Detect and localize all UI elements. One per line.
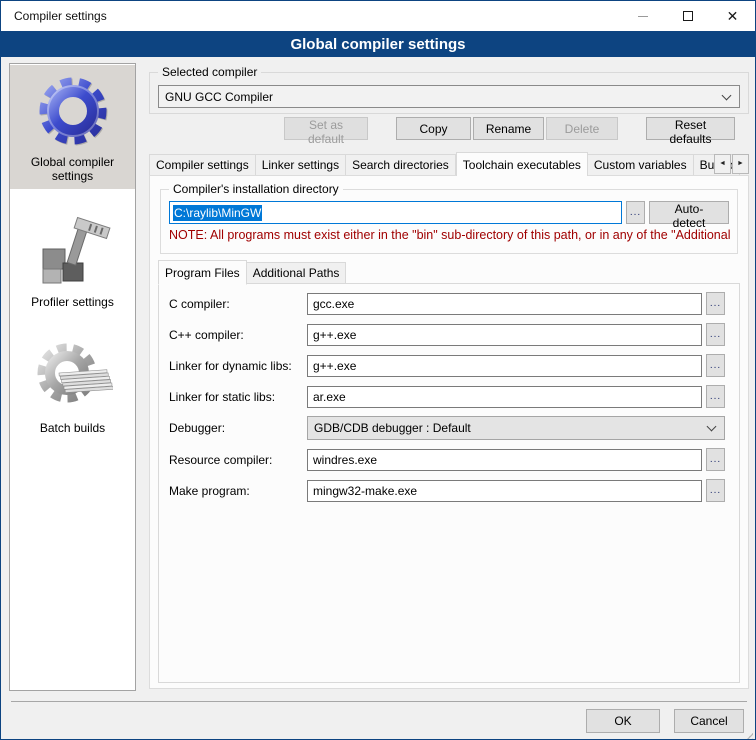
toolchain-executables-panel: Compiler's installation directory C:\ray…: [149, 175, 749, 689]
cancel-button[interactable]: Cancel: [674, 709, 744, 733]
tab-additional-paths[interactable]: Additional Paths: [247, 262, 347, 284]
resource-compiler-browse-button[interactable]: ...: [706, 448, 725, 471]
selected-compiler-group: Selected compiler GNU GCC Compiler: [149, 72, 749, 114]
minimize-icon: [638, 16, 648, 17]
resource-compiler-label: Resource compiler:: [169, 453, 307, 467]
footer-divider: [11, 701, 747, 702]
close-button[interactable]: ✕: [710, 1, 755, 31]
cpp-compiler-label: C++ compiler:: [169, 328, 307, 342]
form-row-c-compiler: C compiler: gcc.exe ...: [169, 292, 725, 315]
form-row-make-program: Make program: mingw32-make.exe ...: [169, 479, 725, 502]
reset-defaults-button[interactable]: Reset defaults: [646, 117, 735, 140]
installation-directory-input[interactable]: C:\raylib\MinGW: [169, 201, 622, 224]
close-icon: ✕: [727, 9, 739, 23]
make-program-value: mingw32-make.exe: [313, 484, 417, 498]
resource-compiler-value: windres.exe: [313, 453, 377, 467]
tab-program-files[interactable]: Program Files: [158, 260, 247, 285]
tab-toolchain-executables[interactable]: Toolchain executables: [456, 152, 588, 176]
program-files-tab-bar: Program Files Additional Paths: [158, 259, 346, 284]
sidebar-item-batch-builds[interactable]: Batch builds: [10, 331, 135, 441]
scroll-right-icon: ►: [737, 160, 744, 167]
static-linker-value: ar.exe: [313, 390, 346, 404]
installation-directory-value: C:\raylib\MinGW: [173, 205, 262, 221]
compiler-action-row: Set as default Copy Rename Delete Reset …: [149, 117, 749, 140]
maximize-icon: [683, 11, 693, 21]
titlebar: Compiler settings ✕: [1, 1, 755, 31]
dynamic-linker-input[interactable]: g++.exe: [307, 355, 702, 377]
compiler-select[interactable]: GNU GCC Compiler: [158, 85, 740, 108]
static-linker-browse-button[interactable]: ...: [706, 385, 725, 408]
rename-button[interactable]: Rename: [473, 117, 544, 140]
cpp-compiler-input[interactable]: g++.exe: [307, 324, 702, 346]
sidebar-item-label: Batch builds: [12, 421, 133, 435]
resource-compiler-input[interactable]: windres.exe: [307, 449, 702, 471]
cpp-compiler-value: g++.exe: [313, 328, 356, 342]
installation-directory-note: NOTE: All programs must exist either in …: [169, 228, 735, 242]
dynamic-linker-browse-button[interactable]: ...: [706, 354, 725, 377]
make-program-input[interactable]: mingw32-make.exe: [307, 480, 702, 502]
debugger-label: Debugger:: [169, 421, 307, 435]
installation-directory-legend: Compiler's installation directory: [169, 182, 343, 196]
static-linker-label: Linker for static libs:: [169, 390, 307, 404]
auto-detect-button[interactable]: Auto-detect: [649, 201, 729, 224]
blue-gear-icon: [33, 71, 113, 151]
debugger-select[interactable]: GDB/CDB debugger : Default: [307, 416, 725, 440]
tab-compiler-settings[interactable]: Compiler settings: [149, 154, 256, 176]
tab-linker-settings[interactable]: Linker settings: [256, 154, 346, 176]
selected-compiler-legend: Selected compiler: [158, 65, 261, 79]
installation-directory-row: C:\raylib\MinGW ... Auto-detect: [169, 201, 729, 224]
sidebar-item-label: Profiler settings: [12, 295, 133, 309]
copy-button[interactable]: Copy: [396, 117, 471, 140]
settings-category-sidebar: Global compiler settings: [9, 63, 136, 691]
delete-button: Delete: [546, 117, 618, 140]
maximize-button[interactable]: [665, 1, 710, 31]
debugger-select-value: GDB/CDB debugger : Default: [314, 421, 702, 435]
form-row-resource-compiler: Resource compiler: windres.exe ...: [169, 448, 725, 471]
c-compiler-browse-button[interactable]: ...: [706, 292, 725, 315]
caliper-icon: [33, 211, 113, 291]
make-program-label: Make program:: [169, 484, 307, 498]
minimize-button[interactable]: [620, 1, 665, 31]
installation-directory-browse-button[interactable]: ...: [626, 201, 645, 224]
set-as-default-button: Set as default: [284, 117, 368, 140]
c-compiler-label: C compiler:: [169, 297, 307, 311]
chevron-down-icon: [707, 421, 717, 431]
tab-custom-variables[interactable]: Custom variables: [588, 154, 694, 176]
program-files-panel: C compiler: gcc.exe ... C++ compiler: g+…: [158, 283, 740, 683]
tab-search-directories[interactable]: Search directories: [346, 154, 456, 176]
c-compiler-value: gcc.exe: [313, 297, 354, 311]
form-row-dynamic-linker: Linker for dynamic libs: g++.exe ...: [169, 354, 725, 377]
tab-scroll-right-button[interactable]: ►: [732, 154, 749, 174]
compiler-settings-dialog: Compiler settings ✕ Global compiler sett…: [0, 0, 756, 740]
window-title: Compiler settings: [1, 9, 107, 23]
tab-scroll-left-button[interactable]: ◄: [714, 154, 731, 174]
chevron-down-icon: [722, 90, 732, 100]
tab-scrollers: ◄ ►: [713, 154, 749, 174]
compiler-select-value: GNU GCC Compiler: [165, 90, 717, 104]
static-linker-input[interactable]: ar.exe: [307, 386, 702, 408]
c-compiler-input[interactable]: gcc.exe: [307, 293, 702, 315]
dynamic-linker-label: Linker for dynamic libs:: [169, 359, 307, 373]
scroll-left-icon: ◄: [719, 160, 726, 167]
ok-button[interactable]: OK: [586, 709, 660, 733]
form-row-cpp-compiler: C++ compiler: g++.exe ...: [169, 323, 725, 346]
dialog-client-area: Global compiler settings: [1, 57, 755, 739]
form-row-static-linker: Linker for static libs: ar.exe ...: [169, 385, 725, 408]
sidebar-item-label: Global compiler settings: [12, 155, 133, 183]
settings-tab-bar: Compiler settings Linker settings Search…: [149, 151, 749, 176]
caption-buttons: ✕: [620, 1, 755, 31]
sidebar-item-profiler-settings[interactable]: Profiler settings: [10, 205, 135, 315]
dynamic-linker-value: g++.exe: [313, 359, 356, 373]
page-title: Global compiler settings: [1, 31, 755, 57]
make-program-browse-button[interactable]: ...: [706, 479, 725, 502]
installation-directory-group: Compiler's installation directory C:\ray…: [160, 189, 738, 254]
sidebar-item-global-compiler-settings[interactable]: Global compiler settings: [10, 65, 135, 189]
resize-grip[interactable]: [741, 733, 753, 740]
cpp-compiler-browse-button[interactable]: ...: [706, 323, 725, 346]
gray-gear-stack-icon: [33, 337, 113, 417]
form-row-debugger: Debugger: GDB/CDB debugger : Default: [169, 416, 725, 439]
